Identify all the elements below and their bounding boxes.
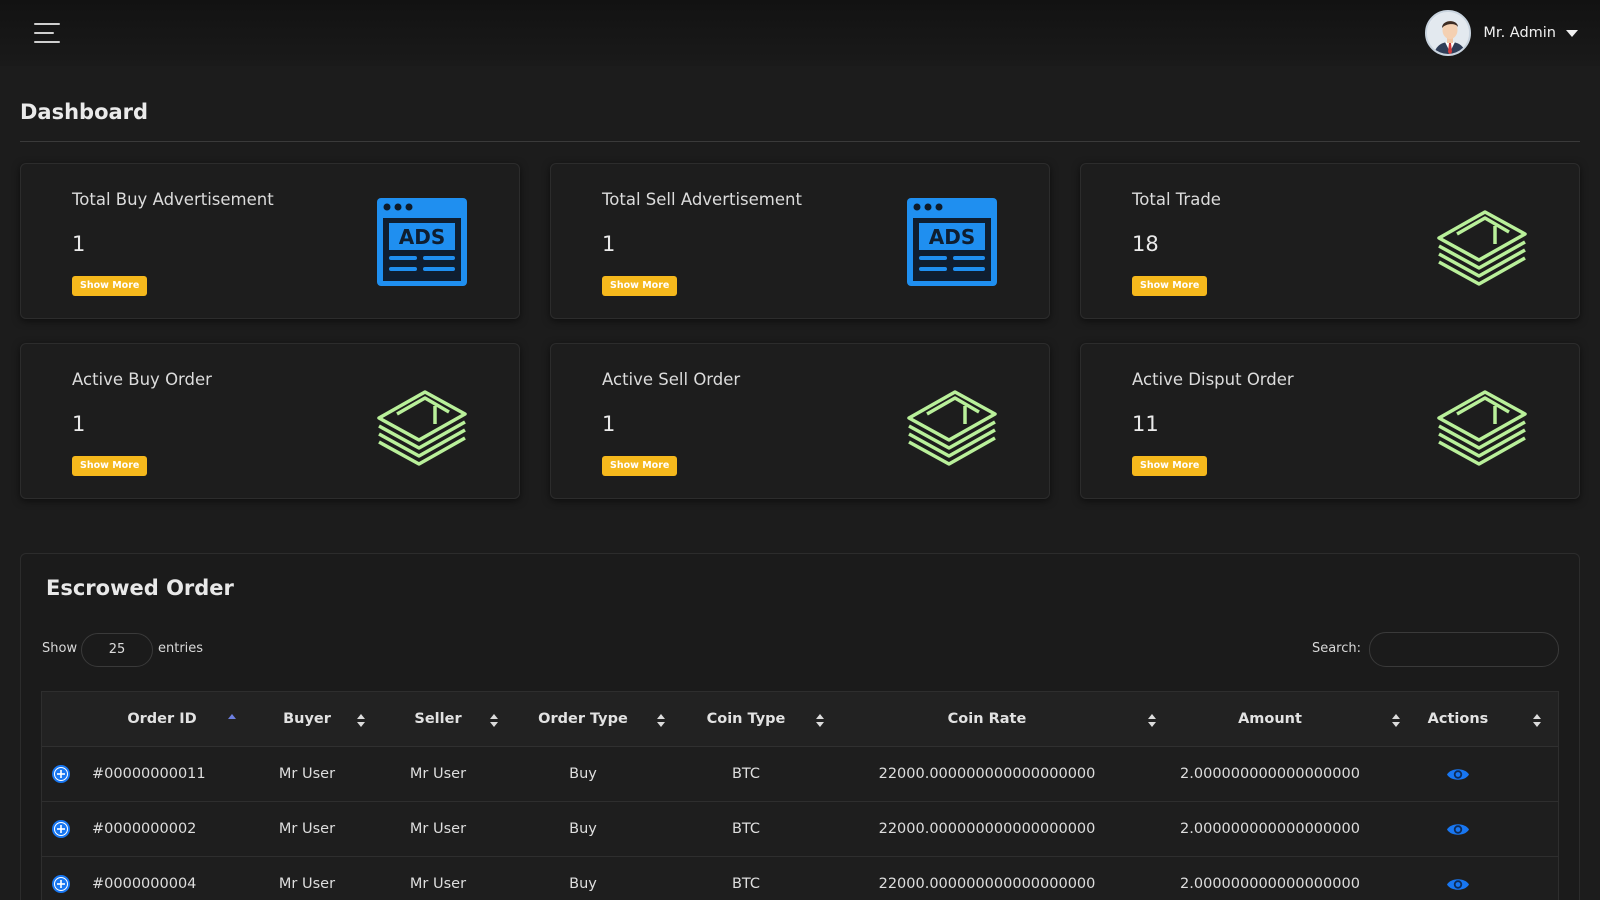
svg-text:ADS: ADS (929, 225, 975, 249)
title-divider (20, 141, 1580, 142)
card-value: 1 (602, 412, 616, 436)
card-active-buy-order: Active Buy Order 1 Show More (20, 343, 520, 499)
sort-icon[interactable] (657, 714, 665, 728)
card-value: 1 (72, 412, 86, 436)
entries-suffix-label: entries (158, 641, 204, 656)
cell-coin-type: BTC (731, 821, 761, 837)
card-active-disput-order: Active Disput Order 11 Show More (1080, 343, 1580, 499)
cell-buyer: Mr User (278, 821, 336, 837)
search-label: Search: (1311, 641, 1361, 656)
column-header-seller[interactable]: Seller (382, 692, 494, 747)
show-more-button[interactable]: Show More (72, 276, 148, 296)
sort-icon[interactable] (1148, 714, 1156, 728)
entries-prefix-label: Show (42, 641, 78, 656)
user-avatar[interactable] (1425, 10, 1472, 56)
svg-text:ADS: ADS (399, 225, 445, 249)
eye-icon[interactable] (1446, 766, 1470, 783)
card-label: Total Sell Advertisement (602, 190, 802, 209)
table-row: #0000000002 Mr User Mr User Buy BTC 2200… (42, 802, 1558, 857)
money-stack-icon (1437, 210, 1527, 286)
sort-ascending-icon[interactable] (228, 714, 236, 728)
column-header-actions[interactable]: Actions (1414, 692, 1502, 747)
card-value: 11 (1132, 412, 1159, 436)
column-header-order-type[interactable]: Order Type (517, 692, 649, 747)
plus-circle-icon[interactable] (52, 765, 70, 783)
card-label: Total Buy Advertisement (72, 190, 274, 209)
sort-icon[interactable] (816, 714, 824, 728)
search-input[interactable] (1369, 632, 1559, 667)
panel-title: Escrowed Order (46, 576, 234, 600)
escrowed-order-table: Order ID Buyer Seller Order Type Coin Ty… (41, 691, 1559, 900)
user-menu[interactable]: Mr. Admin (1425, 10, 1578, 56)
show-more-button[interactable]: Show More (602, 456, 678, 476)
cell-coin-type: BTC (731, 766, 761, 782)
show-more-button[interactable]: Show More (1132, 276, 1208, 296)
column-header-coin-type[interactable]: Coin Type (680, 692, 812, 747)
eye-icon[interactable] (1446, 821, 1470, 838)
sort-icon[interactable] (490, 714, 498, 728)
card-label: Active Sell Order (602, 370, 741, 389)
card-label: Active Disput Order (1132, 370, 1294, 389)
card-active-sell-order: Active Sell Order 1 Show More (550, 343, 1050, 499)
money-stack-icon (377, 390, 467, 466)
cell-order-type: Buy (569, 766, 597, 782)
column-header-order-id[interactable]: Order ID (92, 692, 232, 747)
sort-icon[interactable] (357, 714, 365, 728)
cell-seller: Mr User (409, 766, 467, 782)
sort-icon[interactable] (1392, 714, 1400, 728)
card-total-trade: Total Trade 18 Show More (1080, 163, 1580, 319)
cell-amount: 2.000000000000000000 (1180, 766, 1360, 782)
cell-coin-rate: 22000.000000000000000000 (878, 766, 1096, 782)
card-label: Active Buy Order (72, 370, 212, 389)
plus-circle-icon[interactable] (52, 820, 70, 838)
table-header: Order ID Buyer Seller Order Type Coin Ty… (42, 692, 1558, 747)
show-more-button[interactable]: Show More (1132, 456, 1208, 476)
table-row: #00000000011 Mr User Mr User Buy BTC 220… (42, 747, 1558, 802)
card-total-sell-advertisement: Total Sell Advertisement 1 Show More ADS (550, 163, 1050, 319)
show-more-button[interactable]: Show More (72, 456, 148, 476)
cell-order-id: #0000000002 (92, 821, 197, 837)
ads-icon: ADS (907, 198, 997, 286)
column-header-amount[interactable]: Amount (1170, 692, 1370, 747)
cell-coin-rate: 22000.000000000000000000 (878, 821, 1096, 837)
card-value: 18 (1132, 232, 1159, 256)
escrowed-order-panel: Escrowed Order Show 25 entries Search: O… (20, 553, 1580, 900)
hamburger-menu-icon[interactable] (34, 22, 60, 44)
user-name[interactable]: Mr. Admin (1483, 25, 1556, 41)
top-bar: Mr. Admin (0, 0, 1600, 66)
page-title: Dashboard (20, 100, 149, 124)
card-value: 1 (72, 232, 86, 256)
money-stack-icon (907, 390, 997, 466)
money-stack-icon (1437, 390, 1527, 466)
card-label: Total Trade (1132, 190, 1221, 209)
cell-order-type: Buy (569, 821, 597, 837)
cell-buyer: Mr User (278, 876, 336, 892)
cell-amount: 2.000000000000000000 (1180, 821, 1360, 837)
eye-icon[interactable] (1446, 876, 1470, 893)
card-value: 1 (602, 232, 616, 256)
cell-buyer: Mr User (278, 766, 336, 782)
ads-icon: ADS (377, 198, 467, 286)
cell-order-id: #0000000004 (92, 876, 197, 892)
column-header-coin-rate[interactable]: Coin Rate (837, 692, 1137, 747)
cell-order-type: Buy (569, 876, 597, 892)
cell-seller: Mr User (409, 876, 467, 892)
card-total-buy-advertisement: Total Buy Advertisement 1 Show More ADS (20, 163, 520, 319)
sort-icon[interactable] (1533, 714, 1541, 728)
cell-order-id: #00000000011 (92, 766, 206, 782)
entries-length-select[interactable]: 25 (81, 633, 153, 667)
cell-coin-type: BTC (731, 876, 761, 892)
plus-circle-icon[interactable] (52, 875, 70, 893)
caret-down-icon[interactable] (1566, 29, 1578, 37)
show-more-button[interactable]: Show More (602, 276, 678, 296)
cell-amount: 2.000000000000000000 (1180, 876, 1360, 892)
table-row: #0000000004 Mr User Mr User Buy BTC 2200… (42, 857, 1558, 900)
column-header-buyer[interactable]: Buyer (252, 692, 362, 747)
cell-seller: Mr User (409, 821, 467, 837)
cell-coin-rate: 22000.000000000000000000 (878, 876, 1096, 892)
